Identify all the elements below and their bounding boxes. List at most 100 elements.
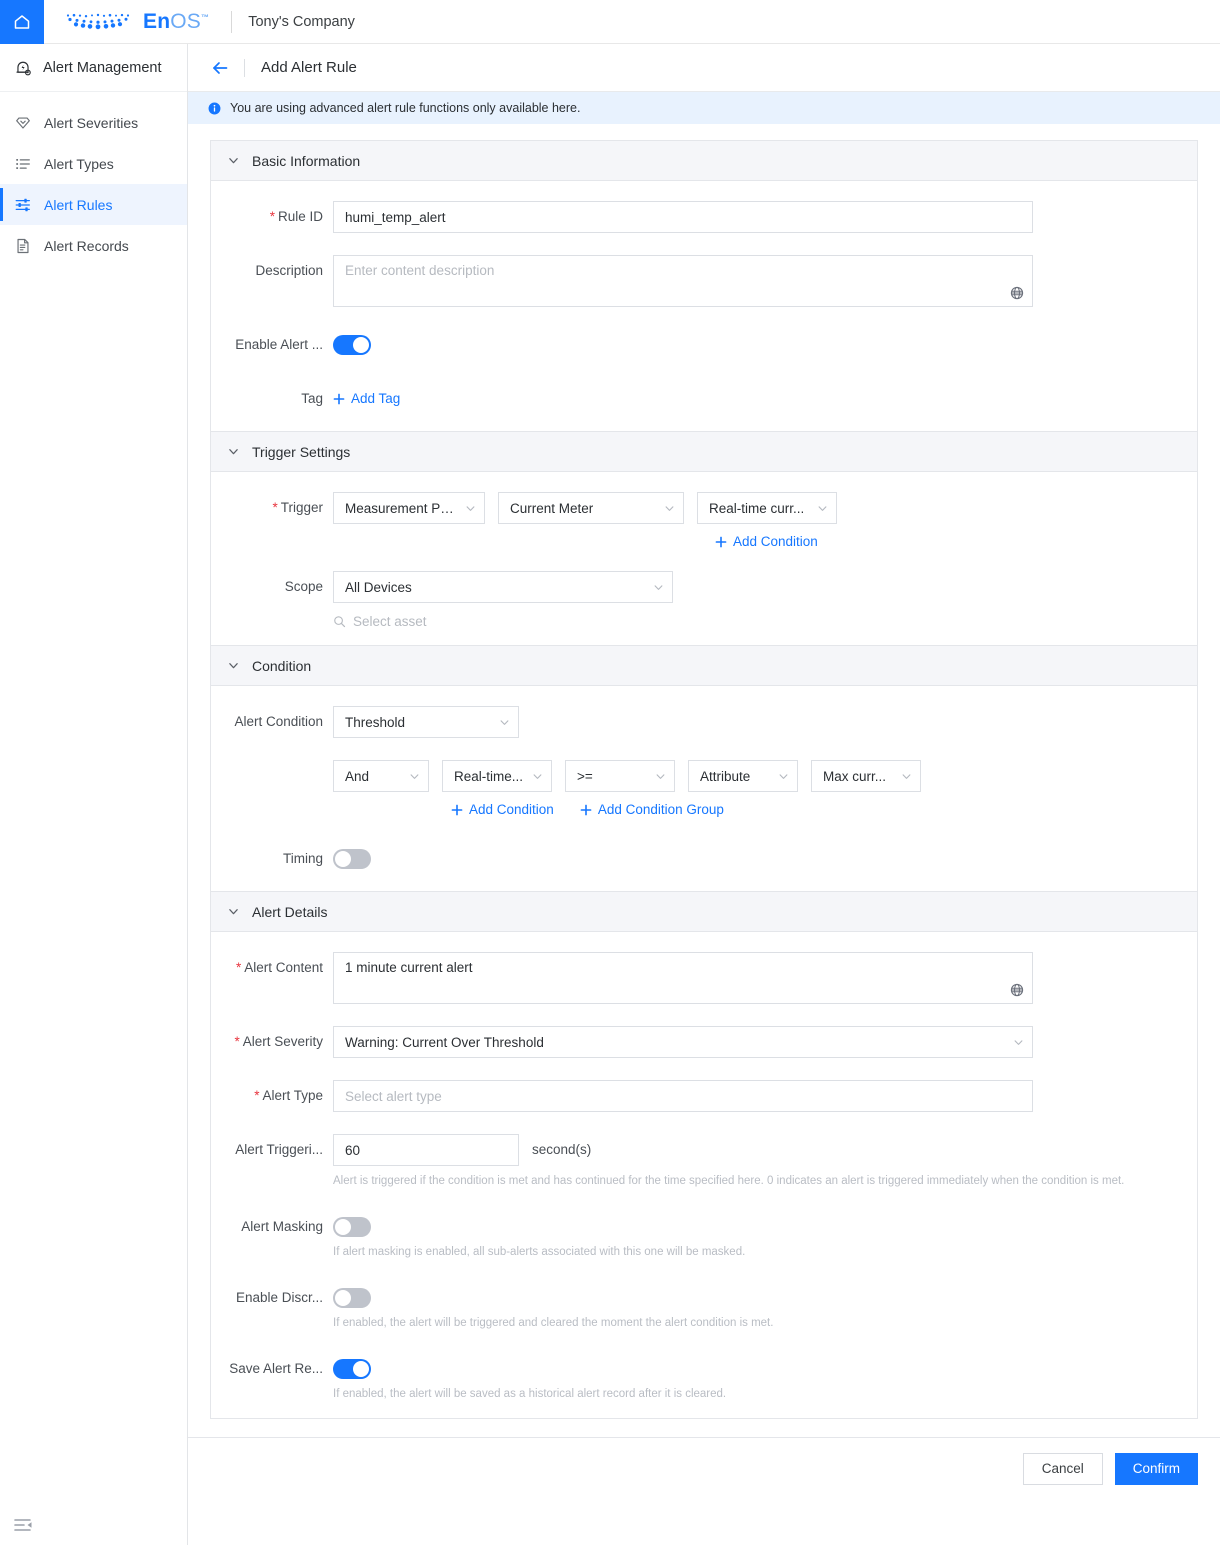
section-title: Condition — [252, 657, 312, 674]
add-tag-button[interactable]: Add Tag — [333, 383, 400, 415]
timing-toggle[interactable] — [333, 849, 371, 869]
trigger-model-select[interactable]: Current Meter — [498, 492, 684, 524]
alert-triggering-input[interactable]: 60 — [333, 1134, 519, 1166]
collapse-sidebar-button[interactable] — [13, 1515, 35, 1535]
section-header-condition[interactable]: Condition — [211, 646, 1197, 686]
save-alert-record-hint: If enabled, the alert will be saved as a… — [333, 1388, 727, 1401]
trigger-add-condition-button[interactable]: Add Condition — [715, 534, 818, 549]
field-description: Enter content description — [333, 255, 1197, 307]
header-divider — [244, 58, 245, 77]
toggle-knob — [353, 1361, 369, 1378]
confirm-button[interactable]: Confirm — [1114, 1452, 1198, 1485]
brand-logo[interactable]: EnOS™ — [44, 11, 209, 32]
add-condition-group-button[interactable]: Add Condition Group — [580, 802, 724, 817]
scope-value: All Devices — [345, 579, 412, 595]
chevron-down-icon — [779, 773, 788, 779]
field-save-alert-record: If enabled, the alert will be saved as a… — [333, 1353, 1197, 1402]
section-title: Basic Information — [252, 152, 361, 169]
globe-translate-icon[interactable] — [1010, 286, 1024, 300]
chevron-down-icon — [1014, 1039, 1023, 1045]
description-textarea[interactable]: Enter content description — [333, 255, 1033, 307]
trigger-model-value: Current Meter — [510, 500, 594, 516]
sidebar-header-label: Alert Management — [43, 59, 162, 76]
chevron-down-icon — [466, 505, 475, 511]
alert-content-value: 1 minute current alert — [345, 960, 473, 975]
brand-divider — [231, 10, 233, 33]
alert-severity-select[interactable]: Warning: Current Over Threshold — [333, 1026, 1033, 1058]
cancel-button[interactable]: Cancel — [1022, 1452, 1103, 1485]
section-title: Trigger Settings — [252, 443, 351, 460]
chevron-down-icon — [229, 909, 238, 915]
condition-metric-select[interactable]: Real-time... — [442, 760, 552, 792]
label-text: Rule ID — [277, 209, 323, 224]
add-tag-label: Add Tag — [351, 391, 401, 406]
label-enable-alert: Enable Alert ... — [211, 329, 333, 361]
plus-icon — [333, 393, 345, 405]
section-header-basic-information[interactable]: Basic Information — [211, 141, 1197, 181]
condition-compare-value-select[interactable]: Max curr... — [811, 760, 921, 792]
section-body-trigger-settings: * Trigger Measurement Point Current Meter — [211, 472, 1197, 645]
condition-logic-value: And — [345, 768, 370, 784]
home-button[interactable] — [0, 0, 44, 44]
label-text: Tag — [301, 391, 323, 406]
add-condition-button[interactable]: Add Condition — [451, 802, 554, 817]
field-row-alert-condition: Alert Condition Threshold — [211, 706, 1197, 738]
sidebar-item-alert-rules[interactable]: Alert Rules — [0, 184, 187, 225]
label-rule-id: * Rule ID — [211, 201, 333, 233]
scope-select[interactable]: All Devices — [333, 571, 673, 603]
search-icon — [334, 616, 346, 628]
back-arrow-icon[interactable] — [210, 58, 230, 78]
condition-operator-select[interactable]: >= — [565, 760, 675, 792]
section-header-trigger-settings[interactable]: Trigger Settings — [211, 432, 1197, 472]
field-trigger: Measurement Point Current Meter Real-tim… — [333, 492, 1197, 549]
required-marker: * — [272, 500, 278, 515]
section-condition: Condition Alert Condition Threshold And … — [210, 645, 1198, 891]
home-icon — [14, 14, 30, 29]
select-asset-search[interactable]: Select asset — [333, 614, 513, 629]
field-row-tag: Tag Add Tag — [211, 383, 1197, 415]
chevron-down-icon — [229, 663, 238, 669]
globe-translate-icon[interactable] — [1010, 983, 1024, 997]
trigger-type-select[interactable]: Measurement Point — [333, 492, 485, 524]
rule-id-input[interactable]: humi_temp_alert — [333, 201, 1033, 233]
toggle-knob — [335, 1290, 351, 1307]
enos-dots-icon — [66, 13, 130, 29]
label-alert-condition: Alert Condition — [211, 706, 333, 738]
alert-content-textarea[interactable]: 1 minute current alert — [333, 952, 1033, 1004]
condition-logic-select[interactable]: And — [333, 760, 429, 792]
sidebar-header: Alert Management — [0, 44, 187, 92]
trigger-point-select[interactable]: Real-time curr... — [697, 492, 837, 524]
alert-condition-select[interactable]: Threshold — [333, 706, 519, 738]
list-icon — [16, 158, 30, 169]
alert-type-input[interactable]: Select alert type — [333, 1080, 1033, 1112]
add-condition-group-label: Add Condition Group — [597, 802, 724, 817]
trigger-add-condition-row: Add Condition — [333, 534, 1197, 549]
app-shell: Alert Management Alert Severities Alert … — [0, 44, 1220, 1545]
alert-masking-toggle[interactable] — [333, 1217, 371, 1238]
collapse-sidebar-icon — [14, 1519, 32, 1531]
sidebar-item-alert-types[interactable]: Alert Types — [0, 143, 187, 184]
sidebar-item-alert-records[interactable]: Alert Records — [0, 225, 187, 266]
field-row-scope: Scope All Devices Select asset — [211, 571, 1197, 629]
required-marker: * — [269, 209, 275, 224]
label-text: Description — [255, 263, 323, 278]
field-condition-expression: And Real-time... >= Attribute Max curr..… — [333, 760, 1197, 817]
enable-discrete-toggle[interactable] — [333, 1288, 371, 1309]
enable-discrete-hint: If enabled, the alert will be triggered … — [333, 1317, 774, 1330]
chevron-down-icon — [665, 505, 674, 511]
section-header-alert-details[interactable]: Alert Details — [211, 892, 1197, 932]
field-row-alert-content: * Alert Content 1 minute current alert — [211, 952, 1197, 1004]
form-scroll-area[interactable]: Basic Information * Rule ID humi_temp_ale… — [188, 124, 1220, 1545]
label-text: Trigger — [280, 500, 323, 515]
sidebar-item-alert-severities[interactable]: Alert Severities — [0, 102, 187, 143]
label-tag: Tag — [211, 383, 333, 415]
label-timing: Timing — [211, 843, 333, 875]
condition-compare-type-select[interactable]: Attribute — [688, 760, 798, 792]
severity-diamond-icon — [16, 116, 30, 129]
alert-bell-icon — [16, 61, 31, 75]
field-row-alert-triggering: Alert Triggeri... 60 second(s) Alert is … — [211, 1134, 1197, 1189]
trigger-select-row: Measurement Point Current Meter Real-tim… — [333, 492, 1197, 524]
page-title: Add Alert Rule — [261, 59, 357, 76]
enable-alert-toggle[interactable] — [333, 335, 371, 355]
save-alert-record-toggle[interactable] — [333, 1359, 371, 1380]
